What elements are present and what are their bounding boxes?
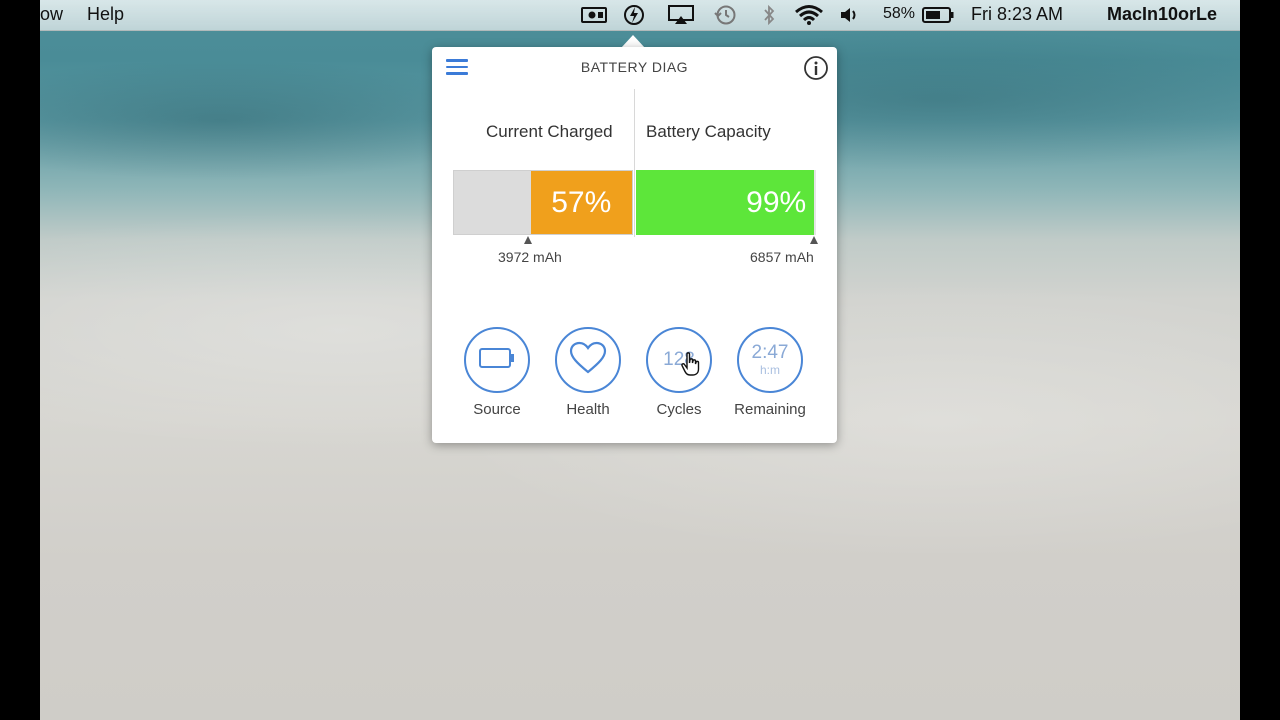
battery-capacity-fill: 99% — [636, 170, 815, 235]
capacity-mah-marker — [810, 236, 818, 244]
current-charged-label: Current Charged — [486, 122, 613, 141]
source-button[interactable] — [464, 327, 530, 393]
current-mah: 3972 mAh — [498, 249, 562, 265]
battery-capacity-label: Battery Capacity — [646, 122, 771, 141]
battery-icon — [478, 347, 516, 374]
menu-bar: ow Help 58% Fri 8:23 AM MacIn10orLe — [40, 0, 1240, 31]
remaining-label: Remaining — [734, 401, 806, 418]
health-label: Health — [566, 401, 610, 418]
cycles-label: Cycles — [656, 401, 702, 418]
column-divider — [634, 89, 635, 237]
battery-percent[interactable]: 58% — [883, 5, 915, 23]
info-icon[interactable] — [803, 55, 829, 81]
wifi-icon[interactable] — [793, 3, 825, 27]
bluetooth-icon[interactable] — [760, 3, 778, 27]
battery-capacity-bar: 99% — [636, 170, 816, 235]
current-mah-marker — [524, 236, 532, 244]
current-charged-percent: 57% — [551, 185, 612, 219]
cycles-button[interactable]: 128 — [646, 327, 712, 393]
source-label: Source — [473, 401, 521, 418]
time-machine-icon[interactable] — [713, 3, 739, 27]
battery-capacity-percent: 99% — [746, 185, 807, 219]
menu-help[interactable]: Help — [87, 4, 124, 25]
battery-diag-icon[interactable] — [621, 3, 647, 27]
heart-icon — [569, 341, 607, 380]
battery-status-icon[interactable] — [921, 3, 955, 27]
current-charged-fill: 57% — [530, 171, 632, 234]
current-charged-bar: 57% — [453, 170, 633, 235]
menu-user[interactable]: MacIn10orLe — [1107, 4, 1217, 25]
battery-diag-popover: BATTERY DIAG Current Charged Battery Cap… — [432, 47, 837, 443]
capacity-mah: 6857 mAh — [750, 249, 814, 265]
hand-cursor-icon — [680, 351, 702, 377]
remaining-unit: h:m — [759, 363, 780, 377]
remaining-button[interactable]: 2:47 h:m — [737, 327, 803, 393]
health-button[interactable] — [555, 327, 621, 393]
airplay-icon[interactable] — [667, 3, 695, 27]
volume-icon[interactable] — [838, 3, 862, 27]
remaining-time: 2:47 — [751, 342, 789, 363]
popover-title: BATTERY DIAG — [580, 59, 689, 75]
menu-window[interactable]: ow — [40, 4, 63, 25]
menu-clock[interactable]: Fri 8:23 AM — [971, 4, 1063, 25]
video-camera-icon[interactable] — [580, 3, 608, 27]
